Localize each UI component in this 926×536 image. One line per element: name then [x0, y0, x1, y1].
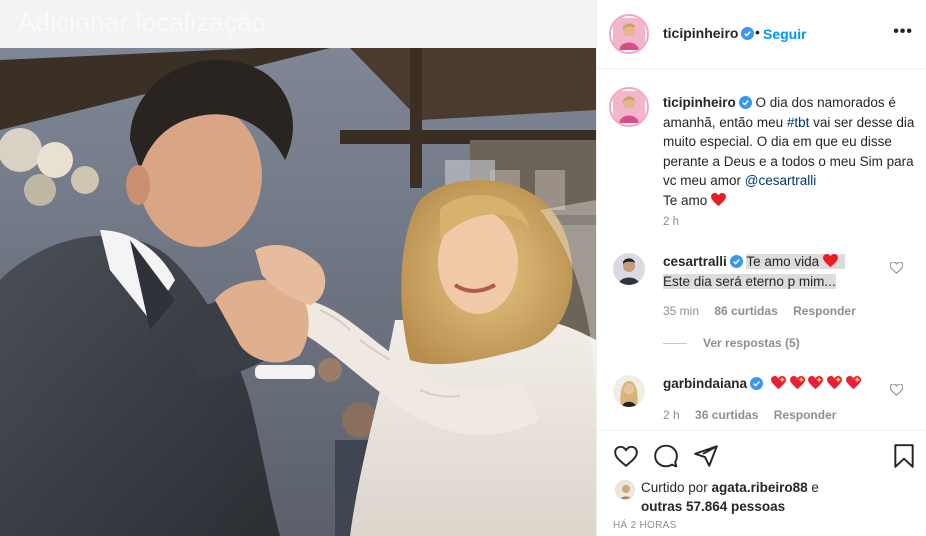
caption-time: 2 h: [663, 216, 679, 228]
view-replies-button[interactable]: Ver respostas (5): [663, 336, 800, 350]
caption-body-3: Te amo: [663, 192, 708, 208]
avatar-image: [616, 481, 634, 499]
caption-text: ticipinheiro O dia dos namorados é amanh…: [663, 93, 915, 210]
mention-link[interactable]: @cesartralli: [745, 173, 816, 188]
liker-username[interactable]: agata.ribeiro88: [712, 480, 808, 495]
comment-time[interactable]: 2 h: [663, 408, 680, 422]
replies-divider: [663, 343, 687, 345]
comment-text: garbindaiana: [663, 374, 888, 394]
comment-body-1-text: Te amo vida: [746, 254, 820, 269]
view-replies-label[interactable]: Ver respostas (5): [703, 336, 800, 350]
likes-prefix: Curtido por: [641, 480, 712, 495]
share-icon[interactable]: [693, 443, 719, 469]
verified-icon: [738, 96, 752, 109]
more-options-icon[interactable]: •••: [893, 23, 913, 41]
comment-body-1: Te amo vida: [746, 254, 846, 269]
verified-icon: [741, 27, 755, 40]
separator-dot: •: [755, 24, 760, 40]
author-username[interactable]: ticipinheiro: [663, 25, 755, 41]
avatar-image: [613, 18, 645, 50]
like-comment-heart-icon[interactable]: [890, 384, 903, 396]
comment-text: cesartralli Te amo vida Este dia será et…: [663, 252, 888, 291]
reply-button[interactable]: Responder: [793, 304, 856, 318]
comment-username[interactable]: garbindaiana: [663, 376, 747, 391]
comment-time[interactable]: 35 min: [663, 304, 699, 318]
author-avatar[interactable]: [609, 14, 649, 54]
post-photo[interactable]: Adicionar localização: [0, 0, 596, 536]
comment-likes[interactable]: 36 curtidas: [695, 408, 758, 422]
red-heart-emoji-icon: [822, 254, 838, 268]
likes-others[interactable]: outras 57.864 pessoas: [641, 499, 785, 514]
caption-avatar[interactable]: [609, 87, 649, 127]
likes-middle: e: [807, 480, 819, 495]
verified-icon: [729, 255, 743, 268]
comment-meta: 35 min 86 curtidas Responder: [663, 304, 868, 318]
sparkling-heart-icon: [845, 376, 861, 390]
sparkling-heart-icon: [827, 376, 843, 390]
author-username-text[interactable]: ticipinheiro: [663, 25, 738, 41]
sparkling-heart-icon: [808, 376, 824, 390]
comment-body-2: Este dia será eterno p mim...: [663, 273, 836, 289]
comment-meta: 2 h 36 curtidas Responder: [663, 408, 848, 422]
sparkling-hearts-emoji: [770, 376, 861, 391]
likes-summary: Curtido por agata.ribeiro88 e outras 57.…: [641, 478, 911, 516]
sparkling-heart-icon: [770, 376, 786, 390]
avatar-image: [613, 375, 645, 407]
location-placeholder: Adicionar localização: [18, 7, 267, 37]
reply-button[interactable]: Responder: [774, 408, 837, 422]
follow-button[interactable]: Seguir: [763, 26, 807, 42]
post-timestamp[interactable]: HÁ 2 HORAS: [613, 520, 677, 531]
commenter-avatar[interactable]: [613, 253, 645, 285]
liker-avatar[interactable]: [615, 480, 635, 500]
red-heart-emoji-icon: [711, 192, 727, 206]
caption-username[interactable]: ticipinheiro: [663, 95, 736, 110]
post-side-panel: ticipinheiro • Seguir ••• ticipinheiro O…: [596, 0, 926, 536]
heart-icon[interactable]: [613, 443, 639, 469]
hashtag-link[interactable]: #tbt: [787, 115, 810, 130]
like-comment-heart-icon[interactable]: [890, 262, 903, 274]
avatar-image: [613, 91, 645, 123]
post-header: ticipinheiro • Seguir •••: [597, 0, 926, 69]
sparkling-heart-icon: [789, 376, 805, 390]
commenter-avatar[interactable]: [613, 375, 645, 407]
comment-icon[interactable]: [653, 443, 679, 469]
verified-icon: [750, 377, 764, 390]
bookmark-icon[interactable]: [891, 443, 917, 469]
comment-username[interactable]: cesartralli: [663, 254, 727, 269]
wedding-photo-image: [0, 0, 596, 536]
avatar-image: [613, 253, 645, 285]
comment-likes[interactable]: 86 curtidas: [714, 304, 777, 318]
